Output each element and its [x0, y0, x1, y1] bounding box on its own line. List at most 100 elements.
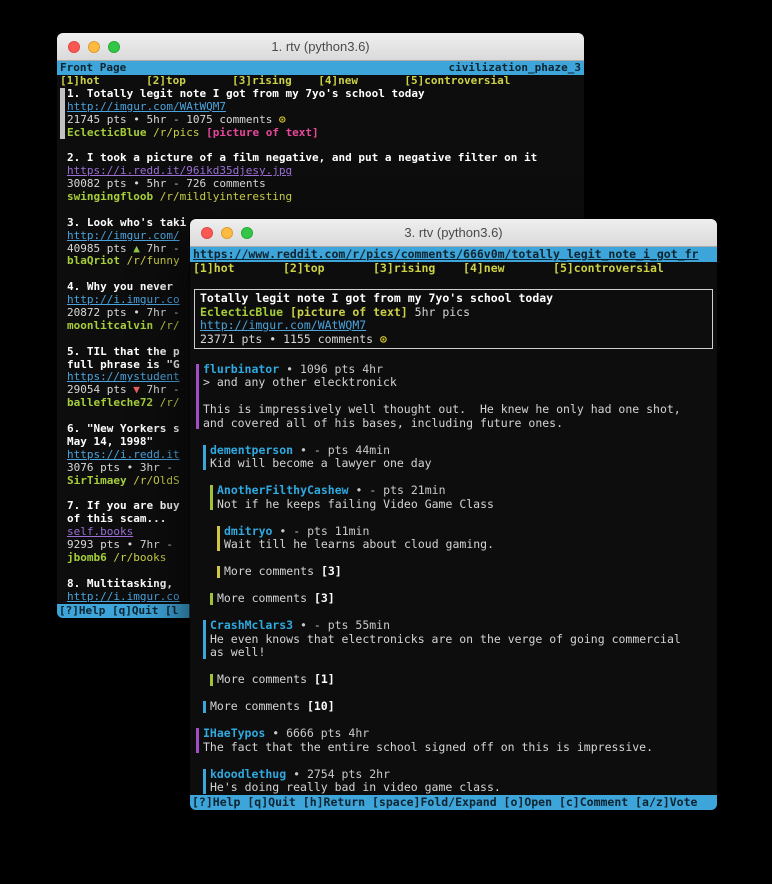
close-button-icon[interactable] [68, 41, 80, 53]
comment-author[interactable]: kdoodlethug [210, 768, 286, 781]
comment-meta: • - pts 11min [272, 525, 369, 538]
post-link[interactable]: https://mystudent [67, 371, 180, 383]
post-points: 21745 pts [67, 114, 133, 126]
vote-indicator: • [133, 307, 140, 319]
post-meta: 7hr - [140, 243, 186, 255]
comment-body-line: He even knows that electronicks are on t… [210, 633, 717, 647]
comment-author[interactable]: AnotherFilthyCashew [217, 484, 349, 497]
sort-tabs[interactable]: [1]hot [2]top [3]rising [4]new [5]contro… [57, 75, 584, 88]
zoom-button-icon[interactable] [108, 41, 120, 53]
post-link[interactable]: self.books [67, 526, 133, 538]
comment-author[interactable]: IHaeTypos [203, 727, 265, 740]
submission-url[interactable]: https://www.reddit.com/r/pics/comments/6… [190, 247, 698, 262]
submission-link[interactable]: http://imgur.com/WAtWQM7 [200, 319, 366, 332]
post-author[interactable]: SirTimaey [67, 475, 127, 487]
post-author[interactable]: jbomb6 [67, 552, 107, 564]
post-author[interactable]: swingingfloob [67, 191, 153, 203]
submission-title: Totally legit note I got from my 7yo's s… [200, 292, 707, 306]
comment-author[interactable]: dmitryo [224, 525, 272, 538]
comment-meta: • 1096 pts 4hr [279, 363, 383, 376]
more-comments-link[interactable]: More comments [3] [210, 592, 717, 606]
url-header-bar: https://www.reddit.com/r/pics/comments/6… [190, 247, 717, 262]
post-flair: [picture of text] [206, 127, 319, 139]
terminal-content[interactable]: https://www.reddit.com/r/pics/comments/6… [190, 247, 717, 810]
post-meta: 7hr - [140, 307, 186, 319]
window-controls [201, 219, 253, 246]
post-meta: 7hr - [140, 384, 180, 396]
post-subreddit[interactable]: /r/funny [120, 255, 180, 267]
post-title[interactable]: 1. Totally legit note I got from my 7yo'… [67, 88, 584, 101]
more-comments-label[interactable]: More comments [217, 673, 314, 686]
post-author[interactable]: blaQriot [67, 255, 120, 267]
comment-body-line: This is impressively well thought out. H… [203, 403, 717, 417]
title-bar[interactable]: 3. rtv (python3.6) [190, 219, 717, 247]
post-row-1[interactable]: 1. Totally legit note I got from my 7yo'… [60, 88, 584, 140]
more-comments-link[interactable]: More comments [10] [203, 700, 717, 714]
comment-kdoodlethug[interactable]: kdoodlethug • 2754 pts 2hr He's doing re… [203, 768, 717, 795]
logged-in-username: civilization_phaze_3 [449, 61, 581, 75]
more-comments-label[interactable]: More comments [210, 700, 307, 713]
post-subreddit[interactable]: /r/pics [146, 127, 206, 139]
post-author[interactable]: EclecticBlue [67, 127, 146, 139]
close-button-icon[interactable] [201, 227, 213, 239]
submission-author[interactable]: EclecticBlue [200, 306, 283, 319]
post-link[interactable]: http://imgur.com/ [67, 230, 180, 242]
post-link[interactable]: http://i.imgur.co [67, 294, 180, 306]
comment-author[interactable]: flurbinator [203, 363, 279, 376]
comment-meta: • - pts 21min [349, 484, 446, 497]
post-subreddit[interactable]: /r/ [153, 320, 180, 332]
comment-body-line: and covered all of his bases, including … [203, 417, 717, 431]
post-link[interactable]: http://imgur.com/WAtWQM7 [67, 101, 226, 113]
status-bar: [?]Help [q]Quit [h]Return [space]Fold/Ex… [190, 795, 717, 810]
page-header-bar: Front Page civilization_phaze_3 [57, 61, 584, 75]
more-comments-label[interactable]: More comments [224, 565, 321, 578]
submission-meta: 5hr pics [408, 306, 470, 319]
comment-dmitryo[interactable]: dmitryo • - pts 11min Wait till he learn… [217, 525, 717, 552]
zoom-button-icon[interactable] [241, 227, 253, 239]
downvote-arrow-icon: ▼ [133, 384, 140, 396]
comment-ihaetypos[interactable]: IHaeTypos • 6666 pts 4hr The fact that t… [196, 727, 717, 754]
post-meta: 5hr - 726 comments [140, 178, 266, 190]
post-subreddit[interactable]: /r/mildlyinteresting [153, 191, 292, 203]
sort-tabs[interactable]: [1]hot [2]top [3]rising [4]new [5]contro… [190, 262, 717, 276]
comment-author[interactable]: dementperson [210, 444, 293, 457]
comment-flurbinator[interactable]: flurbinator • 1096 pts 4hr > and any oth… [196, 363, 717, 431]
comment-body-line [203, 390, 717, 404]
window-controls [68, 33, 120, 60]
submission-box[interactable]: Totally legit note I got from my 7yo's s… [194, 289, 713, 349]
post-meta: 5hr - 1075 comments [140, 114, 279, 126]
post-subreddit[interactable]: /r/ [153, 397, 180, 409]
post-subreddit[interactable]: /r/books [107, 552, 167, 564]
submission-flair: [picture of text] [283, 306, 408, 319]
post-points: 20872 pts [67, 307, 133, 319]
gilded-icon: ⊙ [279, 114, 286, 126]
comment-body-line: Kid will become a lawyer one day [210, 457, 717, 471]
post-link[interactable]: https://i.redd.it [67, 449, 180, 461]
minimize-button-icon[interactable] [88, 41, 100, 53]
comment-dementperson[interactable]: dementperson • - pts 44min Kid will beco… [203, 444, 717, 471]
comment-crashmclars3[interactable]: CrashMclars3 • - pts 55min He even knows… [203, 619, 717, 660]
comment-anotherfilthycashew[interactable]: AnotherFilthyCashew • - pts 21min Not if… [210, 484, 717, 511]
more-comments-link[interactable]: More comments [3] [217, 565, 717, 579]
minimize-button-icon[interactable] [221, 227, 233, 239]
terminal-window-comments[interactable]: 3. rtv (python3.6) https://www.reddit.co… [190, 219, 717, 810]
gilded-icon: ⊙ [380, 333, 387, 346]
post-title[interactable]: 2. I took a picture of a film negative, … [67, 152, 584, 165]
comment-body-line: > and any other elecktronick [203, 376, 717, 390]
post-link[interactable]: https://i.redd.it/96ikd35djesy.jpg [67, 165, 292, 177]
post-points: 9293 pts [67, 539, 127, 551]
post-author[interactable]: moonlitcalvin [67, 320, 153, 332]
more-comments-link[interactable]: More comments [1] [210, 673, 717, 687]
page-title: Front Page [60, 61, 126, 75]
post-row-2[interactable]: 2. I took a picture of a film negative, … [60, 152, 584, 204]
more-comments-label[interactable]: More comments [217, 592, 314, 605]
selection-cursor [60, 88, 65, 140]
post-subreddit[interactable]: /r/OldS [127, 475, 180, 487]
comment-body-line: He's doing really bad in video game clas… [210, 781, 717, 795]
post-author[interactable]: ballefleche72 [67, 397, 153, 409]
comment-body-line: Not if he keeps failing Video Game Class [217, 498, 717, 512]
post-link[interactable]: http://i.imgur.co [67, 591, 180, 603]
title-bar[interactable]: 1. rtv (python3.6) [57, 33, 584, 61]
comment-author[interactable]: CrashMclars3 [210, 619, 293, 632]
comment-meta: • - pts 55min [293, 619, 390, 632]
